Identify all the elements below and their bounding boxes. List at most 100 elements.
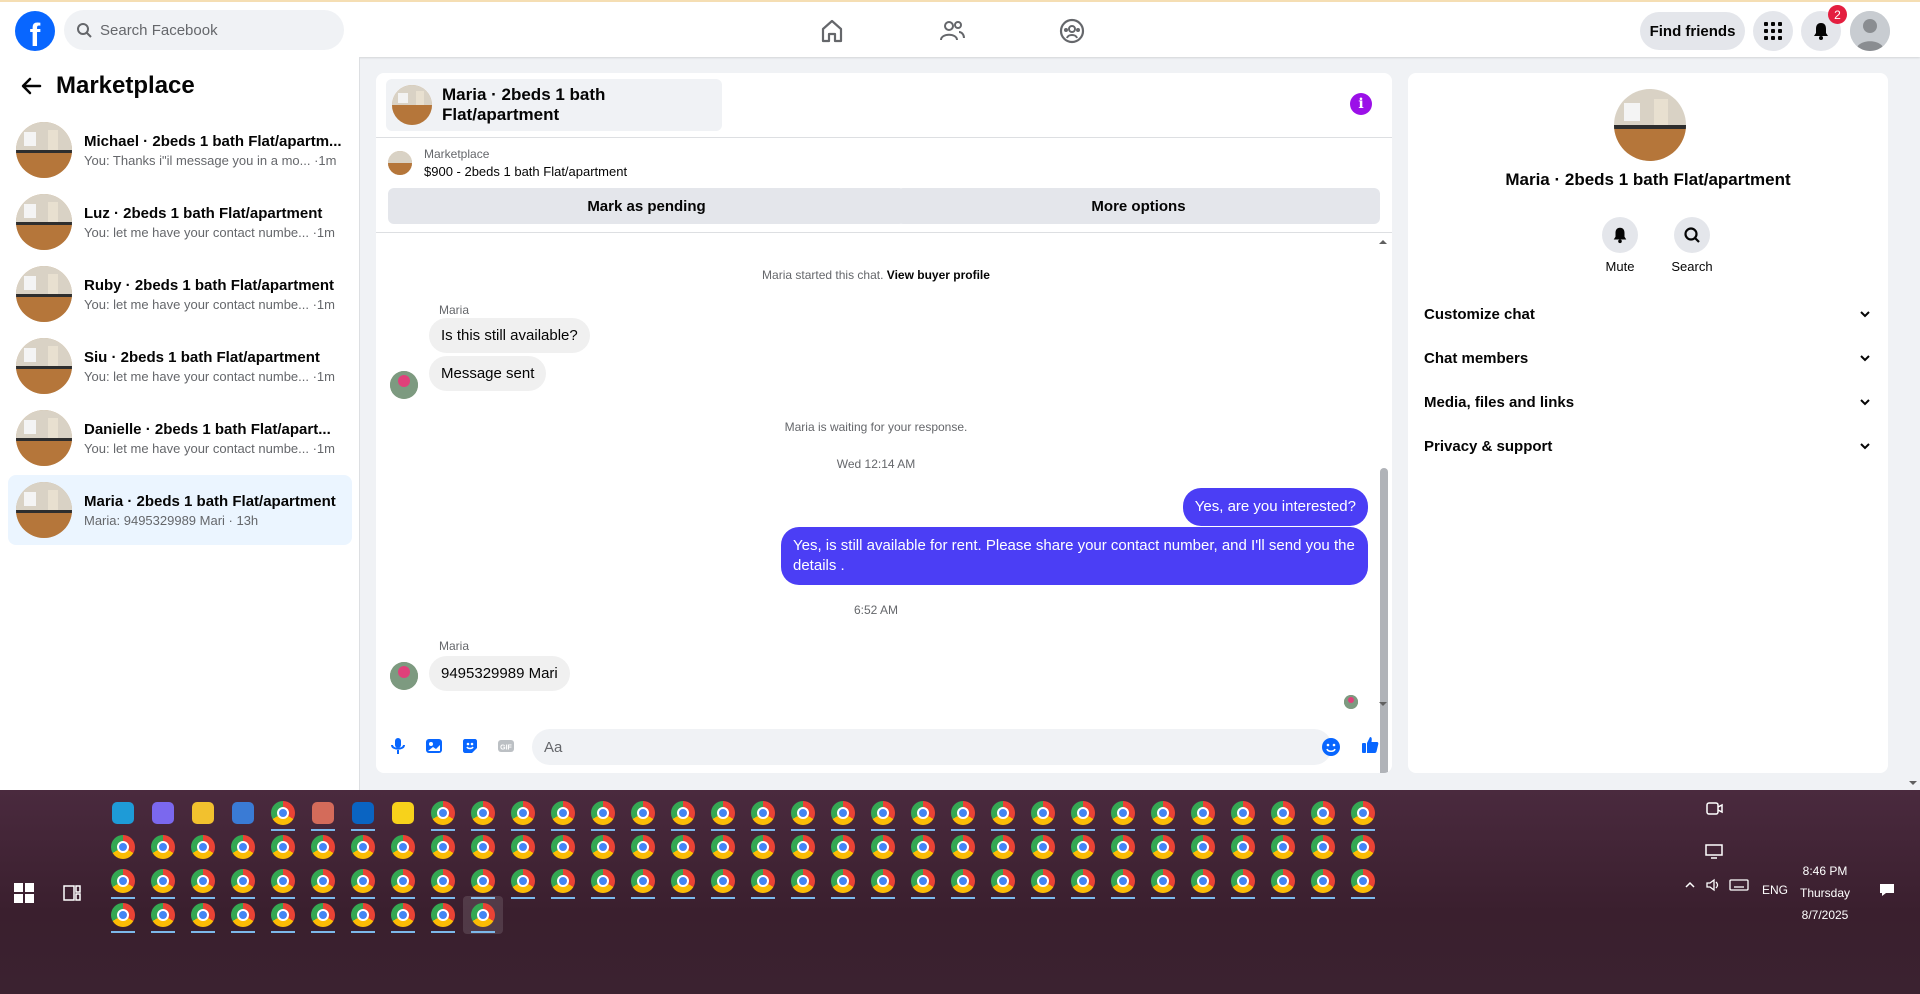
chrome-app-icon[interactable] <box>743 862 783 900</box>
chrome-app-icon[interactable] <box>983 794 1023 832</box>
copilot-app-icon[interactable] <box>143 794 183 832</box>
chrome-app-icon[interactable] <box>423 794 463 832</box>
chrome-app-icon[interactable] <box>503 828 543 866</box>
back-button[interactable] <box>16 71 46 101</box>
chrome-app-icon[interactable] <box>1103 828 1143 866</box>
mark-as-pending-button[interactable]: Mark as pending <box>388 188 905 224</box>
chrome-app-icon[interactable] <box>823 794 863 832</box>
chrome-app-icon[interactable] <box>1303 828 1343 866</box>
chrome-app-icon[interactable] <box>783 794 823 832</box>
chrome-app-icon[interactable] <box>1063 862 1103 900</box>
chrome-app-icon[interactable] <box>1143 862 1183 900</box>
friends-tab[interactable] <box>932 14 972 48</box>
incoming-message[interactable]: Is this still available? <box>429 318 590 353</box>
chrome-app-icon[interactable] <box>303 862 343 900</box>
chrome-app-icon[interactable] <box>703 794 743 832</box>
chat-scrollbar[interactable] <box>1377 238 1389 773</box>
chrome-app-icon[interactable] <box>263 896 303 934</box>
home-tab[interactable] <box>812 14 852 48</box>
search-input[interactable] <box>100 21 320 39</box>
chrome-app-icon[interactable] <box>1143 794 1183 832</box>
chrome-app-icon[interactable] <box>1343 828 1383 866</box>
chrome-app-icon[interactable] <box>943 862 983 900</box>
chrome-app-icon[interactable] <box>263 794 303 832</box>
chat-members-section[interactable]: Chat members <box>1424 338 1872 378</box>
message-input[interactable] <box>532 729 1332 765</box>
conversation-item[interactable]: Danielle · 2beds 1 bath Flat/apart... You… <box>8 403 352 473</box>
chrome-app-icon[interactable] <box>1223 828 1263 866</box>
chrome-app-icon[interactable] <box>703 828 743 866</box>
chrome-app-icon[interactable] <box>423 862 463 900</box>
chrome-app-icon[interactable] <box>783 862 823 900</box>
chrome-app-icon[interactable] <box>863 794 903 832</box>
chrome-app-icon[interactable] <box>1023 794 1063 832</box>
chrome-app-icon[interactable] <box>103 828 143 866</box>
chrome-app-icon[interactable] <box>1263 828 1303 866</box>
groups-tab[interactable] <box>1052 14 1092 48</box>
chrome-app-icon[interactable] <box>1183 862 1223 900</box>
chrome-app-icon[interactable] <box>1223 862 1263 900</box>
customize-chat-section[interactable]: Customize chat <box>1424 294 1872 334</box>
chrome-app-icon[interactable] <box>1183 828 1223 866</box>
conversation-item[interactable]: Maria · 2beds 1 bath Flat/apartment Maria… <box>8 475 352 545</box>
incoming-message[interactable]: Message sent <box>429 356 547 391</box>
chrome-app-icon[interactable] <box>943 794 983 832</box>
find-friends-button[interactable]: Find friends <box>1640 12 1745 50</box>
listing-summary[interactable]: Marketplace $900 - 2beds 1 bath Flat/apa… <box>388 147 627 179</box>
chrome-app-icon[interactable] <box>823 862 863 900</box>
chrome-app-icon[interactable] <box>263 862 303 900</box>
chrome-app-icon[interactable] <box>1103 862 1143 900</box>
chrome-app-icon[interactable] <box>303 828 343 866</box>
chrome-app-icon[interactable] <box>983 862 1023 900</box>
chrome-app-icon[interactable] <box>143 896 183 934</box>
chrome-app-icon[interactable] <box>383 828 423 866</box>
chrome-app-icon[interactable] <box>1103 794 1143 832</box>
system-clock[interactable]: 8:46 PM Thursday 8/7/2025 <box>1790 860 1860 926</box>
search-action[interactable]: Search <box>1662 217 1722 274</box>
chrome-app-icon[interactable] <box>663 794 703 832</box>
chrome-app-icon[interactable] <box>503 794 543 832</box>
folder-app-icon[interactable] <box>183 794 223 832</box>
chrome-app-icon[interactable] <box>863 862 903 900</box>
paint-app-icon[interactable] <box>303 794 343 832</box>
chrome-app-icon[interactable] <box>903 794 943 832</box>
chrome-app-icon[interactable] <box>423 896 463 934</box>
outlook-app-icon[interactable] <box>343 794 383 832</box>
chrome-app-icon[interactable] <box>383 862 423 900</box>
chrome-app-icon[interactable] <box>783 828 823 866</box>
chrome-app-icon[interactable] <box>143 828 183 866</box>
conversation-item[interactable]: Luz · 2beds 1 bath Flat/apartment You: le… <box>8 187 352 257</box>
view-buyer-profile-link[interactable]: View buyer profile <box>887 268 990 282</box>
chrome-app-icon[interactable] <box>1143 828 1183 866</box>
chrome-app-icon[interactable] <box>463 794 503 832</box>
chrome-app-icon[interactable] <box>1023 862 1063 900</box>
chrome-app-icon[interactable] <box>703 862 743 900</box>
conversation-item[interactable]: Siu · 2beds 1 bath Flat/apartment You: le… <box>8 331 352 401</box>
language-indicator[interactable]: ENG <box>1762 883 1788 897</box>
chrome-app-icon[interactable] <box>343 862 383 900</box>
chrome-app-icon[interactable] <box>503 862 543 900</box>
info-icon[interactable]: i <box>1350 93 1372 115</box>
chrome-app-icon[interactable] <box>663 862 703 900</box>
chrome-app-icon[interactable] <box>1223 794 1263 832</box>
sticker-button[interactable] <box>459 735 481 757</box>
chrome-app-icon[interactable] <box>543 794 583 832</box>
voice-clip-button[interactable] <box>387 735 409 757</box>
notification-center-icon[interactable] <box>1878 882 1896 901</box>
chat-header[interactable]: Maria · 2beds 1 bath Flat/apartment <box>386 79 722 131</box>
chrome-app-icon[interactable] <box>1303 862 1343 900</box>
outgoing-message[interactable]: Yes, are you interested? <box>1182 488 1368 526</box>
chrome-app-icon[interactable] <box>743 794 783 832</box>
chrome-app-icon[interactable] <box>983 828 1023 866</box>
attach-photo-button[interactable] <box>423 735 445 757</box>
chrome-app-icon[interactable] <box>743 828 783 866</box>
chrome-app-icon[interactable] <box>343 828 383 866</box>
chrome-app-icon[interactable] <box>463 862 503 900</box>
profile-avatar[interactable] <box>1850 11 1890 51</box>
facebook-logo-icon[interactable]: f <box>15 11 55 53</box>
chrome-app-icon[interactable] <box>1343 862 1383 900</box>
scroll-down-icon[interactable] <box>1907 779 1919 787</box>
conversation-item[interactable]: Ruby · 2beds 1 bath Flat/apartment You: l… <box>8 259 352 329</box>
chrome-app-icon[interactable] <box>1303 794 1343 832</box>
chrome-app-icon[interactable] <box>863 828 903 866</box>
